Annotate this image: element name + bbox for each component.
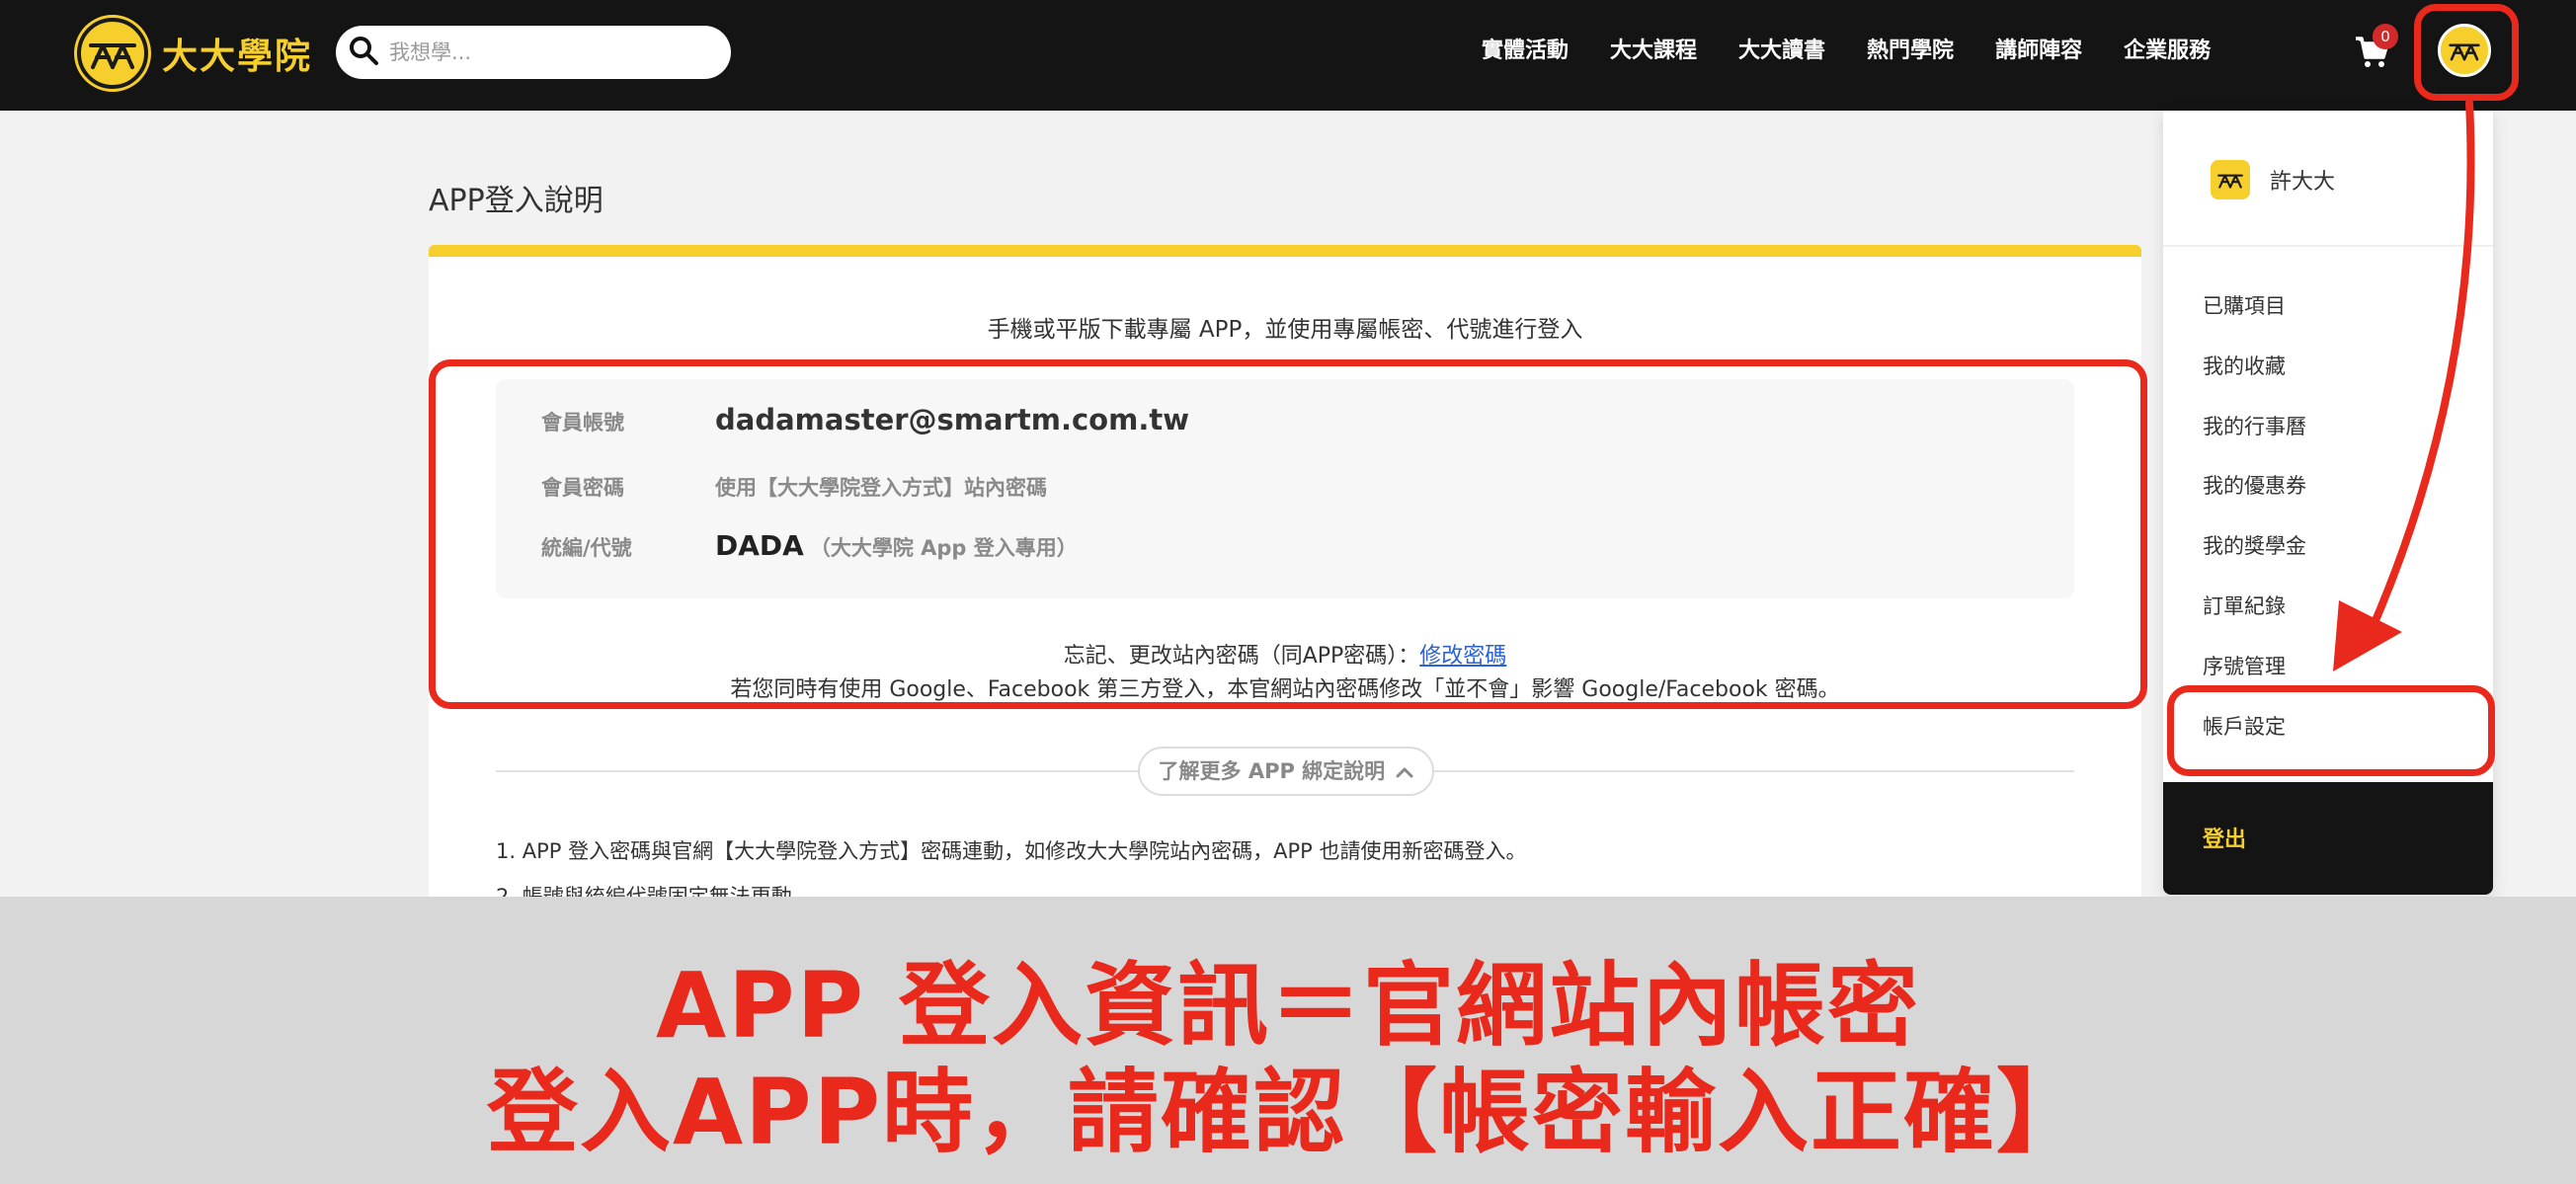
more-app-info-button[interactable]: 了解更多 APP 綁定說明: [1138, 747, 1434, 796]
nav-item-courses[interactable]: 大大課程: [1610, 34, 1697, 69]
dropdown-item-calendar[interactable]: 我的行事曆: [2203, 411, 2306, 440]
search-icon[interactable]: [348, 35, 379, 70]
avatar-highlight: [2414, 4, 2519, 101]
nav-item-enterprise[interactable]: 企業服務: [2124, 34, 2211, 69]
page-title: APP登入說明: [429, 184, 604, 218]
caption-band: APP 登入資訊＝官網站內帳密 登入APP時，請確認【帳密輸入正確】: [0, 897, 2576, 1184]
more-app-info-label: 了解更多 APP 綁定說明: [1158, 759, 1386, 783]
dropdown-divider: [2163, 245, 2493, 247]
search-bar[interactable]: [336, 26, 731, 79]
nav-item-events[interactable]: 實體活動: [1482, 34, 1569, 69]
logo-text: 大大學院: [162, 36, 313, 77]
dropdown-item-purchased[interactable]: 已購項目: [2203, 290, 2286, 320]
user-name: 許大大: [2270, 170, 2336, 195]
dropdown-item-coupons[interactable]: 我的優惠券: [2203, 470, 2306, 500]
dropdown-item-serials[interactable]: 序號管理: [2203, 651, 2286, 680]
chevron-up-icon: [1392, 759, 1413, 783]
nav-item-academies[interactable]: 熱門學院: [1867, 34, 1954, 69]
logo-icon: [77, 18, 148, 89]
dropdown-item-orders[interactable]: 訂單紀錄: [2203, 591, 2286, 620]
top-navigation-bar: 大大學院 實體活動 大大課程 大大讀書 熱門學院 講師陣容 企業服務 0: [0, 0, 2576, 111]
user-logo-icon: [2211, 160, 2250, 199]
nav-item-books[interactable]: 大大讀書: [1738, 34, 1825, 69]
caption-line-2: 登入APP時，請確認【帳密輸入正確】: [486, 1060, 2090, 1165]
dropdown-user: 許大大: [2211, 160, 2335, 199]
main-nav: 實體活動 大大課程 大大讀書 熱門學院 講師陣容 企業服務: [1482, 34, 2252, 69]
account-info-highlight: [429, 359, 2147, 709]
logout-label: 登出: [2203, 828, 2247, 852]
cart-count-badge: 0: [2373, 24, 2398, 49]
card-intro: 手機或平版下載專屬 APP，並使用專屬帳密、代號進行登入: [987, 317, 1583, 343]
dropdown-item-scholarship[interactable]: 我的獎學金: [2203, 530, 2306, 560]
search-input[interactable]: [389, 40, 705, 64]
site-logo[interactable]: 大大學院: [77, 18, 312, 89]
point-item-1: 1. APP 登入密碼與官網【大大學院登入方式】密碼連動，如修改大大學院站內密碼…: [496, 839, 1527, 863]
dropdown-item-favorites[interactable]: 我的收藏: [2203, 351, 2286, 380]
user-dropdown-menu: 許大大 已購項目 我的收藏 我的行事曆 我的優惠券 我的獎學金 訂單紀錄 序號管…: [2163, 111, 2493, 895]
nav-item-lecturers[interactable]: 講師陣容: [1995, 34, 2082, 69]
logout-button[interactable]: 登出: [2163, 782, 2493, 895]
account-settings-highlight: [2167, 685, 2495, 776]
